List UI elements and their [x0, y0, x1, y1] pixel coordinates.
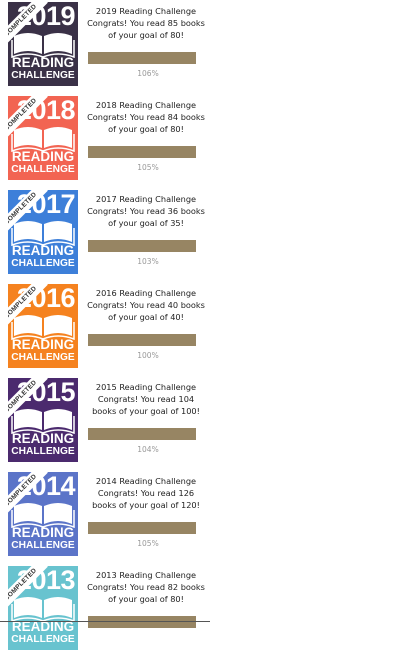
open-book-icon [11, 409, 75, 434]
progress-bar-fill [88, 240, 196, 252]
open-book-icon [11, 221, 75, 246]
challenge-badge[interactable]: 2017 READING CHALLENGE COMPLETED [8, 190, 78, 274]
progress-bar-fill [88, 428, 196, 440]
badge-challenge-label: CHALLENGE [11, 446, 75, 457]
progress-bar [88, 52, 196, 64]
challenge-title[interactable]: 2014 Reading Challenge [86, 475, 206, 487]
challenge-row: 2014 READING CHALLENGE COMPLETED 2014 Readin… [0, 472, 409, 566]
badge-reading-label: READING [11, 55, 75, 70]
challenge-message: Congrats! You read 104 books of your goa… [92, 394, 200, 416]
progress-bar-fill [88, 146, 196, 158]
challenge-info: 2015 Reading Challenge Congrats! You read… [86, 381, 206, 417]
challenge-badge[interactable]: 2015 READING CHALLENGE COMPLETED [8, 378, 78, 462]
challenge-title[interactable]: 2015 Reading Challenge [86, 381, 206, 393]
progress-bar-fill [88, 522, 196, 534]
challenge-info: 2016 Reading Challenge Congrats! You read… [86, 287, 206, 323]
challenge-title[interactable]: 2013 Reading Challenge [86, 569, 206, 581]
badge-challenge-label: CHALLENGE [11, 540, 75, 551]
challenge-info: 2013 Reading Challenge Congrats! You read… [86, 569, 206, 605]
challenge-message: Congrats! You read 36 books of your goal… [87, 206, 205, 228]
open-book-icon [11, 597, 75, 622]
open-book-icon [11, 33, 75, 58]
challenge-badge[interactable]: 2019 READING CHALLENGE COMPLETED [8, 2, 78, 86]
challenge-row: 2018 READING CHALLENGE COMPLETED 2018 Readin… [0, 96, 409, 190]
progress-bar [88, 428, 196, 440]
progress-bar [88, 522, 196, 534]
challenge-message: Congrats! You read 82 books of your goal… [87, 582, 205, 604]
bottom-divider [0, 621, 210, 622]
badge-challenge-label: CHALLENGE [11, 258, 75, 269]
badge-challenge-label: CHALLENGE [11, 634, 75, 645]
open-book-icon [11, 127, 75, 152]
challenge-info: 2017 Reading Challenge Congrats! You read… [86, 193, 206, 229]
challenge-badge[interactable]: 2013 READING CHALLENGE COMPLETED [8, 566, 78, 650]
progress-percent: 105% [137, 539, 159, 548]
challenge-message: Congrats! You read 85 books of your goal… [87, 18, 205, 40]
challenge-info: 2014 Reading Challenge Congrats! You read… [86, 475, 206, 511]
progress-bar-fill [88, 334, 196, 346]
progress-percent: 106% [137, 69, 159, 78]
badge-challenge-label: CHALLENGE [11, 70, 75, 81]
badge-reading-label: READING [11, 525, 75, 540]
challenge-row: 2013 READING CHALLENGE COMPLETED 2013 Readin… [0, 566, 409, 660]
progress-percent: 100% [137, 351, 159, 360]
challenge-row: 2017 READING CHALLENGE COMPLETED 2017 Readin… [0, 190, 409, 284]
progress-percent: 103% [137, 257, 159, 266]
progress-bar [88, 240, 196, 252]
progress-bar [88, 334, 196, 346]
challenge-row: 2015 READING CHALLENGE COMPLETED 2015 Readin… [0, 378, 409, 472]
challenge-title[interactable]: 2017 Reading Challenge [86, 193, 206, 205]
progress-percent: 105% [137, 163, 159, 172]
challenge-message: Congrats! You read 40 books of your goal… [87, 300, 205, 322]
challenge-badge[interactable]: 2016 READING CHALLENGE COMPLETED [8, 284, 78, 368]
challenge-badge[interactable]: 2014 READING CHALLENGE COMPLETED [8, 472, 78, 556]
badge-reading-label: READING [11, 337, 75, 352]
challenge-message: Congrats! You read 126 books of your goa… [92, 488, 200, 510]
progress-bar [88, 146, 196, 158]
progress-bar-fill [88, 616, 196, 628]
challenge-badge[interactable]: 2018 READING CHALLENGE COMPLETED [8, 96, 78, 180]
challenge-title[interactable]: 2019 Reading Challenge [86, 5, 206, 17]
challenge-info: 2019 Reading Challenge Congrats! You read… [86, 5, 206, 41]
badge-reading-label: READING [11, 431, 75, 446]
badge-reading-label: READING [11, 243, 75, 258]
progress-bar [88, 616, 196, 628]
challenge-row: 2016 READING CHALLENGE COMPLETED 2016 Readin… [0, 284, 409, 378]
badge-challenge-label: CHALLENGE [11, 352, 75, 363]
challenge-title[interactable]: 2016 Reading Challenge [86, 287, 206, 299]
challenge-title[interactable]: 2018 Reading Challenge [86, 99, 206, 111]
open-book-icon [11, 503, 75, 528]
badge-challenge-label: CHALLENGE [11, 164, 75, 175]
progress-bar-fill [88, 52, 196, 64]
challenge-row: 2019 READING CHALLENGE COMPLETED 2019 Readin… [0, 2, 409, 96]
open-book-icon [11, 315, 75, 340]
challenge-message: Congrats! You read 84 books of your goal… [87, 112, 205, 134]
challenge-info: 2018 Reading Challenge Congrats! You read… [86, 99, 206, 135]
badge-reading-label: READING [11, 149, 75, 164]
progress-percent: 104% [137, 445, 159, 454]
